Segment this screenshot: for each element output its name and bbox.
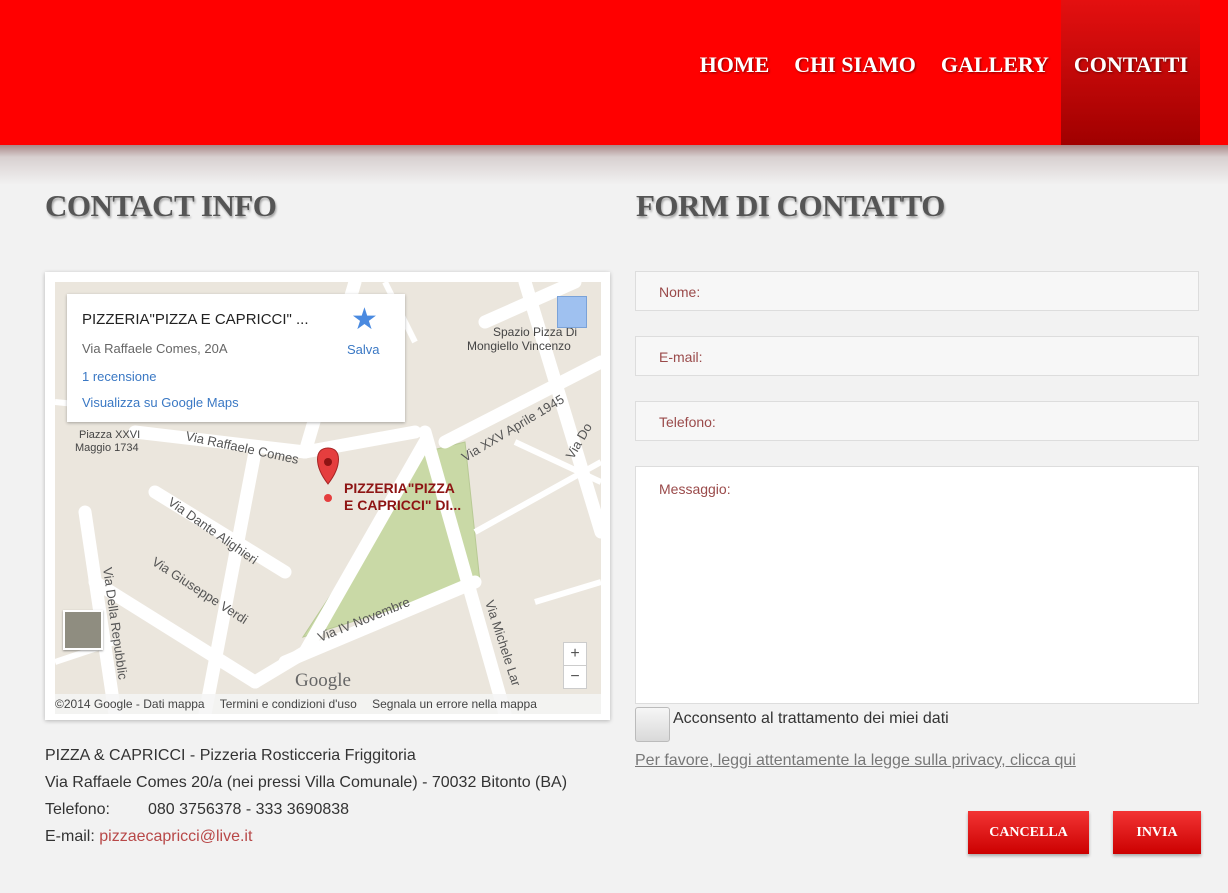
name-input[interactable]: Nome: — [635, 271, 1199, 311]
site-header: HOME CHI SIAMO GALLERY CONTATTI — [0, 0, 1228, 145]
email-input[interactable]: E-mail: — [635, 336, 1199, 376]
place-label-line2: Mongiello Vincenzo — [467, 339, 571, 353]
nav-contatti[interactable]: CONTATTI — [1060, 0, 1200, 145]
info-window-title: PIZZERIA"PIZZA E CAPRICCI" ... — [82, 311, 309, 328]
google-map[interactable]: Via Raffaele Comes Via Dante Alighieri V… — [55, 282, 601, 714]
contact-form-title: FORM DI CONTATTO — [636, 188, 945, 223]
header-shadow — [0, 145, 1228, 185]
zoom-in-button[interactable]: + — [563, 642, 587, 666]
map-report-link[interactable]: Segnala un errore nella mappa — [372, 697, 537, 711]
reviews-link[interactable]: 1 recensione — [82, 369, 156, 384]
nav-home[interactable]: HOME — [687, 0, 782, 145]
consent-checkbox[interactable] — [635, 707, 670, 742]
privacy-link[interactable]: Per favore, leggi attentamente la legge … — [635, 752, 1076, 770]
map-footer: ©2014 Google - Dati mappa Termini e cond… — [55, 694, 601, 714]
phone-label: Telefono: — [45, 801, 110, 818]
pegman-icon[interactable] — [557, 296, 587, 328]
contact-details: PIZZA & CAPRICCI - Pizzeria Rosticceria … — [45, 742, 605, 850]
phone-row: Telefono: 080 3756378 - 333 3690838 — [45, 796, 605, 823]
map-copyright: ©2014 Google - Dati mappa — [55, 697, 205, 711]
business-name: PIZZA & CAPRICCI - Pizzeria Rosticceria … — [45, 747, 416, 764]
piazza-line2: Maggio 1734 — [75, 442, 139, 454]
email-label: E-mail: — [45, 828, 95, 845]
phone-value: 080 3756378 - 333 3690838 — [148, 801, 350, 818]
email-row: E-mail: pizzaecapricci@live.it — [45, 823, 605, 850]
contact-info-title: CONTACT INFO — [45, 188, 277, 223]
google-logo: Google — [295, 670, 351, 691]
view-on-google-maps-link[interactable]: Visualizza su Google Maps — [82, 395, 239, 410]
nav-chi-siamo[interactable]: CHI SIAMO — [781, 0, 928, 145]
info-window-address: Via Raffaele Comes, 20A — [82, 341, 228, 356]
zoom-out-button[interactable]: − — [563, 665, 587, 689]
message-textarea[interactable]: Messaggio: — [635, 466, 1199, 704]
map-info-window: PIZZERIA"PIZZA E CAPRICCI" ... Via Raffa… — [67, 294, 405, 422]
piazza-line1: Piazza XXVI — [79, 429, 140, 441]
consent-label: Acconsento al trattamento dei miei dati — [673, 710, 949, 727]
cancel-button[interactable]: CANCELLA — [968, 811, 1089, 854]
business-address: Via Raffaele Comes 20/a (nei pressi Vill… — [45, 774, 568, 791]
main-nav: HOME CHI SIAMO GALLERY CONTATTI — [687, 0, 1200, 145]
satellite-toggle[interactable] — [63, 610, 103, 650]
map-terms-link[interactable]: Termini e condizioni d'uso — [220, 697, 357, 711]
phone-input[interactable]: Telefono: — [635, 401, 1199, 441]
save-place-button[interactable]: Salva — [347, 342, 380, 357]
map-card: Via Raffaele Comes Via Dante Alighieri V… — [45, 272, 610, 720]
send-button[interactable]: INVIA — [1113, 811, 1201, 854]
marker-label: PIZZERIA"PIZZA E CAPRICCI" DI... — [344, 480, 462, 513]
email-link[interactable]: pizzaecapricci@live.it — [99, 828, 252, 845]
nav-gallery[interactable]: GALLERY — [928, 0, 1061, 145]
star-icon[interactable]: ★ — [351, 302, 378, 337]
